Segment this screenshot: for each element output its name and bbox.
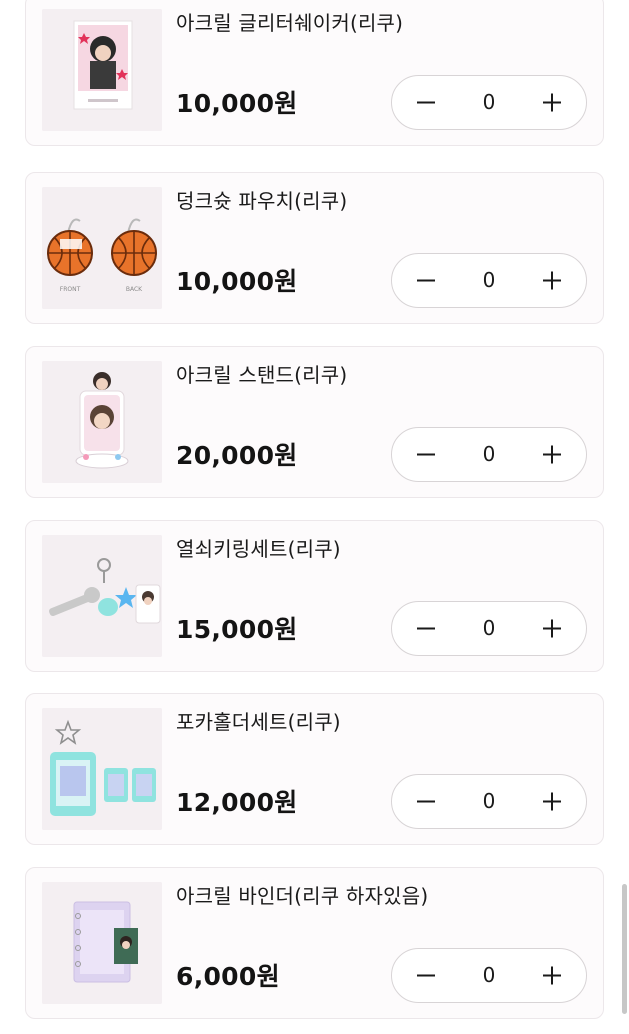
increase-button[interactable]: [522, 76, 582, 129]
decrease-button[interactable]: [396, 254, 456, 307]
quantity-stepper: 0: [391, 75, 587, 130]
increase-button[interactable]: [522, 428, 582, 481]
product-card[interactable]: FRONT BACK 덩크슛 파우치(리쿠) 10,000원 0: [25, 172, 604, 324]
product-name: 아크릴 스탠드(리쿠): [176, 363, 348, 387]
product-list: 아크릴 글리터쉐이커(리쿠) 10,000원 0 FRONT BACK 덩크슛 …: [0, 0, 629, 1034]
product-price: 10,000원: [176, 89, 298, 118]
quantity-value[interactable]: 0: [456, 775, 522, 828]
product-price: 15,000원: [176, 615, 298, 644]
product-card[interactable]: 열쇠키링세트(리쿠) 15,000원 0: [25, 520, 604, 672]
product-thumbnail[interactable]: [42, 882, 162, 1004]
decrease-button[interactable]: [396, 775, 456, 828]
plus-icon: [543, 271, 561, 290]
product-thumbnail[interactable]: [42, 9, 162, 131]
product-thumbnail[interactable]: [42, 361, 162, 483]
quantity-value[interactable]: 0: [456, 76, 522, 129]
quantity-stepper: 0: [391, 427, 587, 482]
minus-icon: [417, 453, 435, 456]
product-name: 아크릴 바인더(리쿠 하자있음): [176, 884, 429, 908]
decrease-button[interactable]: [396, 949, 456, 1002]
quantity-stepper: 0: [391, 948, 587, 1003]
minus-icon: [417, 800, 435, 803]
decrease-button[interactable]: [396, 76, 456, 129]
plus-icon: [543, 445, 561, 464]
minus-icon: [417, 974, 435, 977]
minus-icon: [417, 279, 435, 282]
product-name: 포카홀더세트(리쿠): [176, 710, 341, 734]
plus-icon: [543, 93, 561, 112]
quantity-stepper: 0: [391, 601, 587, 656]
quantity-stepper: 0: [391, 774, 587, 829]
thumb-label-back: BACK: [126, 286, 143, 293]
product-price: 12,000원: [176, 788, 298, 817]
increase-button[interactable]: [522, 949, 582, 1002]
product-price: 10,000원: [176, 267, 298, 296]
quantity-value[interactable]: 0: [456, 602, 522, 655]
key-keyring-set-photo: [42, 535, 162, 657]
increase-button[interactable]: [522, 602, 582, 655]
decrease-button[interactable]: [396, 428, 456, 481]
quantity-stepper: 0: [391, 253, 587, 308]
product-name: 아크릴 글리터쉐이커(리쿠): [176, 11, 404, 35]
minus-icon: [417, 101, 435, 104]
scrollbar[interactable]: [622, 884, 627, 1014]
decrease-button[interactable]: [396, 602, 456, 655]
photocard-holder-set-photo: [42, 708, 162, 830]
acrylic-binder-photo: [42, 882, 162, 1004]
plus-icon: [543, 966, 561, 985]
product-price: 6,000원: [176, 962, 280, 991]
increase-button[interactable]: [522, 775, 582, 828]
product-name: 덩크슛 파우치(리쿠): [176, 189, 348, 213]
product-thumbnail[interactable]: [42, 535, 162, 657]
acrylic-stand-photo: [42, 361, 162, 483]
quantity-value[interactable]: 0: [456, 428, 522, 481]
minus-icon: [417, 627, 435, 630]
acrylic-shaker-photo: [42, 9, 162, 131]
plus-icon: [543, 792, 561, 811]
product-card[interactable]: 포카홀더세트(리쿠) 12,000원 0: [25, 693, 604, 845]
product-card[interactable]: 아크릴 스탠드(리쿠) 20,000원 0: [25, 346, 604, 498]
product-card[interactable]: 아크릴 바인더(리쿠 하자있음) 6,000원 0: [25, 867, 604, 1019]
product-name: 열쇠키링세트(리쿠): [176, 537, 341, 561]
thumb-label-front: FRONT: [60, 286, 81, 293]
quantity-value[interactable]: 0: [456, 254, 522, 307]
basketball-pouch-photo: FRONT BACK: [42, 187, 162, 309]
quantity-value[interactable]: 0: [456, 949, 522, 1002]
product-card[interactable]: 아크릴 글리터쉐이커(리쿠) 10,000원 0: [25, 0, 604, 146]
plus-icon: [543, 619, 561, 638]
increase-button[interactable]: [522, 254, 582, 307]
product-price: 20,000원: [176, 441, 298, 470]
product-thumbnail[interactable]: [42, 708, 162, 830]
product-thumbnail[interactable]: FRONT BACK: [42, 187, 162, 309]
